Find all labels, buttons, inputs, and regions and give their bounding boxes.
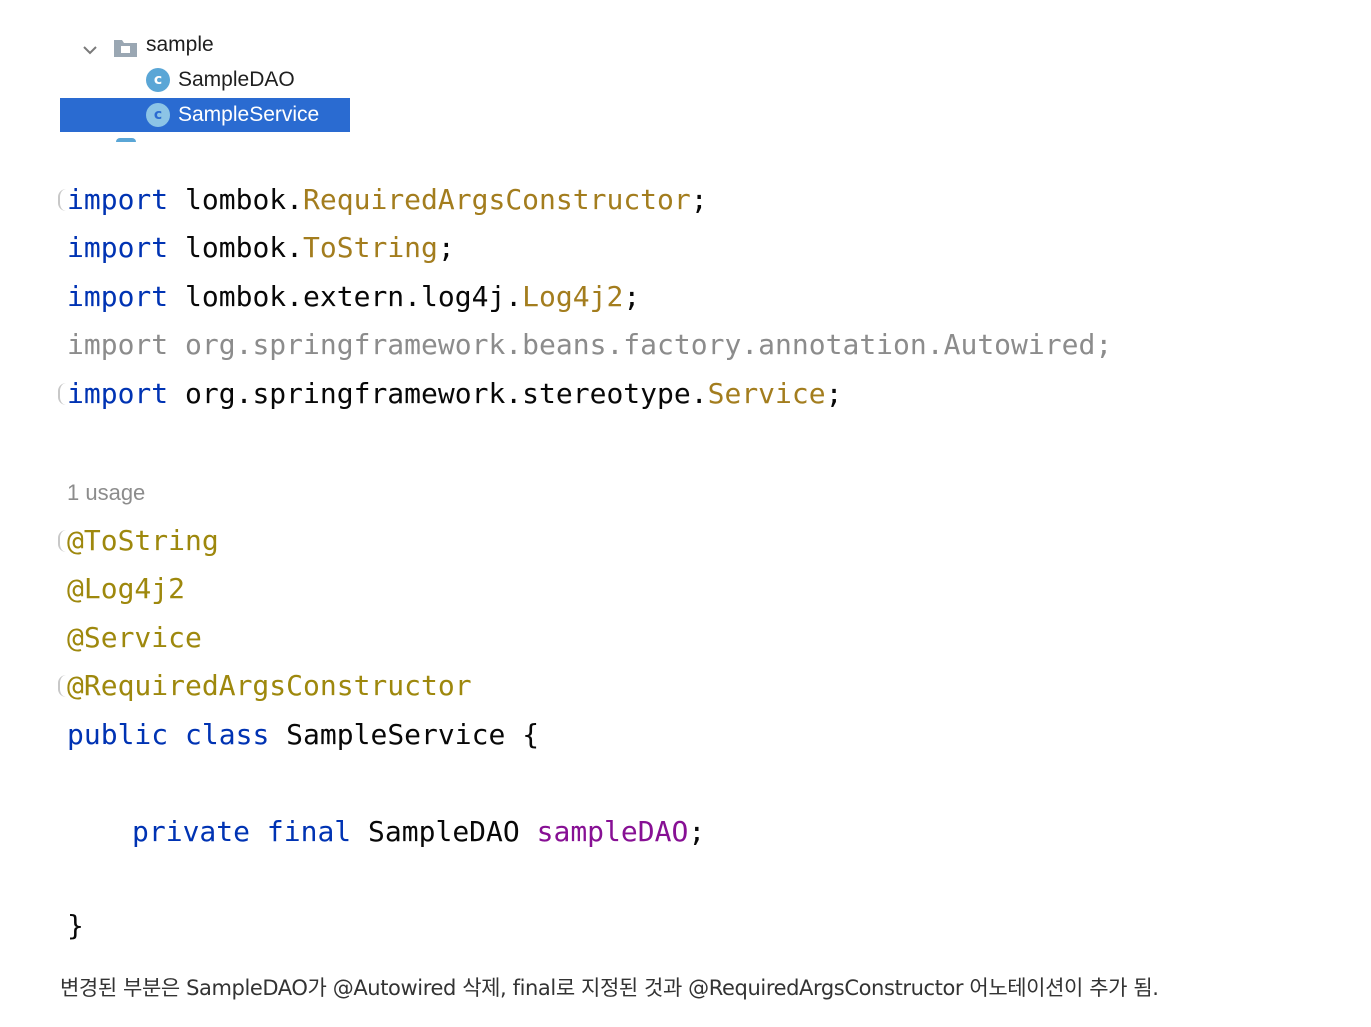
code-line-import-unused: import org.springframework.beans.factory… bbox=[67, 325, 1112, 365]
import-class-name: Autowired bbox=[943, 328, 1096, 361]
annotation-line: @RequiredArgsConstructor bbox=[67, 669, 472, 702]
annotation-line: @Service bbox=[67, 621, 202, 654]
import-class-name: Service bbox=[707, 377, 826, 410]
semicolon: ; bbox=[690, 183, 708, 216]
annotation-line: @ToString bbox=[67, 524, 219, 557]
keyword-import: import bbox=[67, 328, 169, 361]
import-package: org.springframework.stereotype. bbox=[185, 377, 708, 410]
code-line-class-declaration: public class SampleService { bbox=[67, 715, 539, 755]
keyword-private: private bbox=[132, 815, 251, 848]
open-brace: { bbox=[522, 718, 540, 751]
fold-marker-icon[interactable] bbox=[58, 383, 67, 405]
caption-text: 변경된 부분은 SampleDAO가 @Autowired 삭제, final로… bbox=[60, 976, 1159, 1000]
import-package: lombok. bbox=[185, 231, 304, 264]
annotation-line: @Log4j2 bbox=[67, 572, 186, 605]
code-line-import: import org.springframework.stereotype.Se… bbox=[67, 374, 842, 414]
import-class-name: ToString bbox=[303, 231, 438, 264]
usage-hint[interactable]: 1 usage bbox=[67, 476, 145, 510]
keyword-public: public bbox=[67, 718, 169, 751]
keyword-import: import bbox=[67, 231, 169, 264]
code-editor[interactable]: import lombok.RequiredArgsConstructor; i… bbox=[0, 0, 1371, 1027]
keyword-import: import bbox=[67, 183, 169, 216]
keyword-import: import bbox=[67, 280, 169, 313]
semicolon: ; bbox=[623, 280, 641, 313]
keyword-import: import bbox=[67, 377, 169, 410]
code-line-import: import lombok.extern.log4j.Log4j2; bbox=[67, 277, 640, 317]
keyword-class: class bbox=[185, 718, 270, 751]
fold-marker-icon[interactable] bbox=[58, 530, 67, 552]
fold-marker-icon[interactable] bbox=[58, 675, 67, 697]
import-package: org.springframework.beans.factory.annota… bbox=[185, 328, 944, 361]
semicolon: ; bbox=[1095, 328, 1113, 361]
code-line-close-brace: } bbox=[67, 909, 84, 942]
code-line-import: import lombok.ToString; bbox=[67, 228, 455, 268]
import-class-name: Log4j2 bbox=[522, 280, 624, 313]
code-line-import: import lombok.RequiredArgsConstructor; bbox=[67, 180, 708, 220]
semicolon: ; bbox=[688, 815, 706, 848]
import-package: lombok.extern.log4j. bbox=[185, 280, 523, 313]
class-name: SampleService bbox=[286, 718, 506, 751]
import-class-name: RequiredArgsConstructor bbox=[303, 183, 691, 216]
field-name: sampleDAO bbox=[536, 815, 689, 848]
semicolon: ; bbox=[437, 231, 455, 264]
semicolon: ; bbox=[825, 377, 843, 410]
code-line-field: private final SampleDAO sampleDAO; bbox=[132, 812, 705, 852]
keyword-final: final bbox=[266, 815, 352, 848]
field-type: SampleDAO bbox=[368, 815, 520, 848]
fold-marker-icon[interactable] bbox=[58, 189, 67, 211]
import-package: lombok. bbox=[185, 183, 304, 216]
